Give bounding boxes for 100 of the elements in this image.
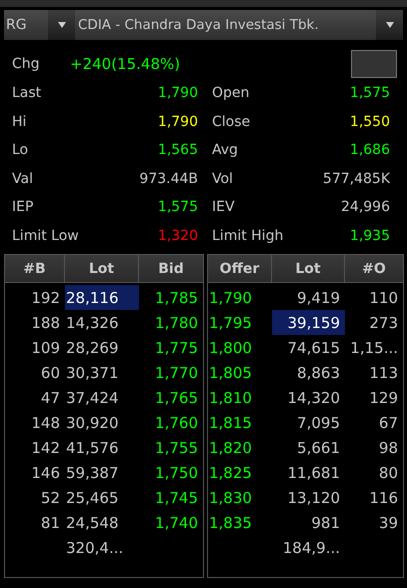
count-cell-text: 98 [378,438,399,458]
lot-cell-text: 7,095 [296,412,341,434]
count-cell-text: 192 [30,288,61,308]
lot-cell-text: 30,371 [65,362,120,384]
stat-value: 1,935 [350,228,390,244]
stat-value: 1,575 [350,85,390,102]
stat-label: IEP [12,199,34,216]
count-cell-text: 188 [30,312,61,334]
price-cell-text: 1,815 [208,412,253,434]
stat-label: IEV [211,199,235,216]
column-header: Lot [65,255,139,282]
stat-value: 1,790 [158,114,198,130]
blank-box[interactable] [351,50,397,78]
dropdown-arrow-icon [56,21,66,29]
total-lot-cell-text: 320,4... [65,538,124,558]
price-cell-text: 1,785 [154,288,199,308]
count-cell-text: 113 [368,362,399,384]
stock-dropdown-button[interactable] [376,10,403,40]
lot-cell-text: 981 [310,512,341,534]
lot-cell-text: 25,465 [65,488,120,508]
change-value: +240(15.48%) [70,54,180,72]
stat-value: 973.44B [139,170,198,187]
column-header: Offer [208,255,272,282]
count-cell-text: 39 [378,512,399,534]
lot-cell-text: 74,615 [286,338,341,358]
price-cell-text: 1,800 [208,338,253,358]
price-cell-text: 1,790 [208,288,253,308]
lot-cell-text: 14,326 [65,312,120,334]
count-cell-text: 81 [40,512,61,534]
price-cell-text: 1,780 [154,312,199,334]
stat-value: 1,320 [158,228,198,244]
count-cell-text: 273 [368,312,399,334]
lot-cell-text: 8,863 [296,362,341,384]
count-cell-text: 67 [378,412,399,434]
price-cell-text: 1,760 [154,412,199,434]
total-lot-cell-text: 184,9... [282,538,341,558]
price-cell-text: 1,810 [208,388,253,408]
lot-cell-text: 13,120 [286,488,341,508]
stat-label: Avg [211,142,238,158]
stat-value: 1,565 [158,142,198,158]
count-cell-text: 47 [40,388,61,408]
price-cell-text: 1,775 [154,338,199,358]
lot-cell-text: 24,548 [65,512,120,534]
count-cell-text: 1,15... [349,338,399,358]
count-cell-text: 129 [368,388,399,408]
price-cell-text: 1,750 [154,462,199,484]
board-label: RG [5,16,28,35]
stat-label: Open [211,85,250,102]
stat-label: Vol [211,170,233,187]
lot-cell: 39,159 [272,310,345,335]
lot-cell-text: 11,681 [286,462,341,484]
count-cell-text: 146 [30,462,61,484]
count-cell-text: 80 [378,462,399,484]
price-cell-text: 1,770 [154,362,199,384]
stock-field[interactable]: CDIA - Chandra Daya Investasi Tbk. [75,10,376,40]
lot-cell-text: 41,576 [65,438,120,458]
stat-label: Chg [12,56,41,72]
price-cell-text: 1,755 [154,438,199,458]
lot-cell-text: 59,387 [65,462,120,484]
price-cell-text: 1,805 [208,362,253,384]
price-cell-text: 1,835 [208,512,253,534]
stat-value: 24,996 [341,199,390,216]
dropdown-arrow-icon [384,21,394,29]
count-cell-text: 148 [30,412,61,434]
price-cell-text: 1,740 [154,512,199,534]
price-cell-text: 1,825 [208,462,253,484]
lot-cell-text: 9,419 [296,288,341,308]
count-cell-text: 116 [368,488,399,508]
stat-label: Val [12,170,33,187]
column-header: Bid [157,260,185,278]
stat-value: 1,790 [158,85,198,102]
lot-cell-text: 37,424 [65,388,120,408]
count-cell-text: 110 [368,288,399,308]
stat-label: Last [12,85,42,102]
lot-cell-text: 28,269 [65,338,120,358]
stat-label: Hi [12,114,26,130]
lot-cell-text: 30,920 [65,412,120,434]
stat-value: 1,575 [158,199,198,216]
stat-label: Limit High [211,228,284,244]
price-cell-text: 1,820 [208,438,253,458]
lot-cell-text: 5,661 [296,438,341,458]
count-cell-text: 52 [40,488,61,508]
board-dropdown-button[interactable] [48,10,75,40]
stat-label: Lo [12,142,28,158]
stat-value: 1,686 [350,142,390,158]
lot-cell-text: 14,320 [286,388,341,408]
price-cell-text: 1,765 [154,388,199,408]
price-cell-text: 1,745 [154,488,199,508]
stat-label: Close [211,114,250,130]
count-cell-text: 60 [40,362,61,384]
stat-value: 1,550 [350,114,390,130]
price-cell-text: 1,795 [208,312,253,334]
column-header: #O [361,260,387,278]
stat-value: 577,485K [322,170,390,187]
column-header: #B [5,255,65,282]
count-cell-text: 142 [30,438,61,458]
stat-label: Limit Low [12,228,79,244]
column-header: Lot [272,255,345,282]
price-cell-text: 1,830 [208,488,253,508]
lot-cell: 28,116 [65,285,139,310]
